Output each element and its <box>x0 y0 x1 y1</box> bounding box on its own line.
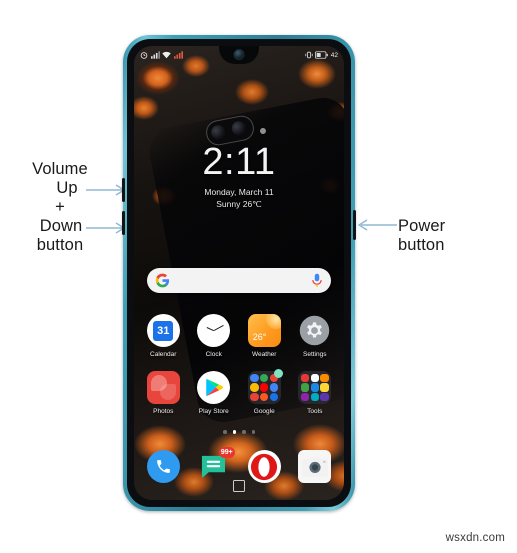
clock-date: Monday, March 11 <box>204 187 274 197</box>
page-dot-3[interactable] <box>242 430 246 434</box>
app-label-google: Google <box>253 408 275 415</box>
phone-screen[interactable]: 42 2:11 Monday, March 11 Sunny 26℃ 31 Ca… <box>134 46 344 500</box>
app-label-calendar: Calendar <box>150 351 177 358</box>
clock-icon[interactable] <box>197 314 231 347</box>
app-calendar[interactable]: 31 Calendar <box>139 314 187 359</box>
volume-label-line-1: Volume <box>32 160 88 178</box>
camera-icon[interactable] <box>298 450 332 483</box>
page-dot-1[interactable] <box>223 430 227 434</box>
app-label-clock: Clock <box>205 351 222 358</box>
messages-badge: 99+ <box>218 447 235 458</box>
clock-weather: Sunny 26℃ <box>216 199 262 209</box>
home-page-indicator[interactable] <box>134 430 344 434</box>
dock-app-camera[interactable] <box>294 450 336 483</box>
app-photos[interactable]: Photos <box>139 371 187 416</box>
gear-icon[interactable] <box>298 314 331 347</box>
app-folder-tools[interactable]: Tools <box>291 371 339 416</box>
volume-label-line-3: + <box>55 198 65 216</box>
power-button[interactable] <box>353 210 356 240</box>
app-folder-google[interactable]: Google <box>240 369 288 416</box>
clock-time: 2:11 <box>202 141 276 183</box>
dock-app-messages[interactable]: 99+ <box>193 447 235 483</box>
folder-badge-google <box>274 369 284 378</box>
app-label-play-store: Play Store <box>198 408 229 415</box>
sun-glow-icon <box>265 314 281 329</box>
calendar-icon[interactable]: 31 <box>146 314 180 347</box>
phone-icon[interactable] <box>146 450 180 483</box>
wifi-icon <box>162 51 171 59</box>
volume-up-button[interactable] <box>122 178 125 202</box>
status-bar-right: 42 <box>305 51 338 59</box>
app-clock[interactable]: Clock <box>190 314 238 359</box>
microphone-icon[interactable] <box>311 273 323 288</box>
app-label-weather: Weather <box>252 351 277 358</box>
recents-square-icon[interactable] <box>233 480 245 492</box>
app-grid-row-2: Photos Play Store Google Tools <box>138 369 340 416</box>
app-grid-row-1: 31 Calendar Clock 26° Weather Settings <box>138 314 340 359</box>
app-weather[interactable]: 26° Weather <box>240 314 288 359</box>
battery-icon <box>315 51 329 59</box>
sim-signal-icon <box>173 51 183 59</box>
watermark: wsxdn.com <box>445 532 505 544</box>
status-bar: 42 <box>134 46 344 64</box>
google-g-icon <box>155 273 170 288</box>
page-dot-2[interactable] <box>232 430 236 434</box>
tools-folder-icon[interactable] <box>298 371 332 404</box>
clock-widget[interactable]: 2:11 Monday, March 11 Sunny 26℃ <box>134 142 344 210</box>
app-dock: 99+ <box>138 447 340 483</box>
power-button-label: Power button <box>398 217 510 255</box>
app-label-tools: Tools <box>307 408 323 415</box>
volume-down-button[interactable] <box>122 211 125 235</box>
weather-temperature: 26° <box>252 332 267 342</box>
power-label-line-2: button <box>398 236 445 254</box>
calendar-date-number: 31 <box>153 320 174 341</box>
smartphone-illustration: 42 2:11 Monday, March 11 Sunny 26℃ 31 Ca… <box>122 35 356 511</box>
app-settings[interactable]: Settings <box>291 314 339 359</box>
power-label-line-1: Power <box>398 217 446 235</box>
dock-app-opera[interactable] <box>243 450 285 483</box>
app-label-photos: Photos <box>153 408 174 415</box>
weather-icon[interactable]: 26° <box>247 314 281 347</box>
page-dot-4[interactable] <box>251 430 255 434</box>
google-search-bar[interactable] <box>147 268 331 293</box>
volume-label-line-5: button <box>36 236 84 254</box>
app-label-settings: Settings <box>303 351 327 358</box>
photos-icon[interactable] <box>146 371 180 404</box>
alarm-icon <box>140 52 148 59</box>
opera-icon[interactable] <box>247 450 281 483</box>
phone-bezel: 42 2:11 Monday, March 11 Sunny 26℃ 31 Ca… <box>127 39 351 507</box>
status-bar-left <box>140 51 183 59</box>
play-store-icon[interactable] <box>197 371 231 404</box>
app-play-store[interactable]: Play Store <box>190 371 238 416</box>
vibrate-icon <box>305 51 313 59</box>
power-arrow-icon <box>357 219 397 231</box>
battery-percent-label: 42 <box>330 51 338 59</box>
volume-button-label: Volume Up + Down button <box>6 160 114 255</box>
signal-bars-icon <box>150 51 160 59</box>
dock-app-phone[interactable] <box>142 450 184 483</box>
